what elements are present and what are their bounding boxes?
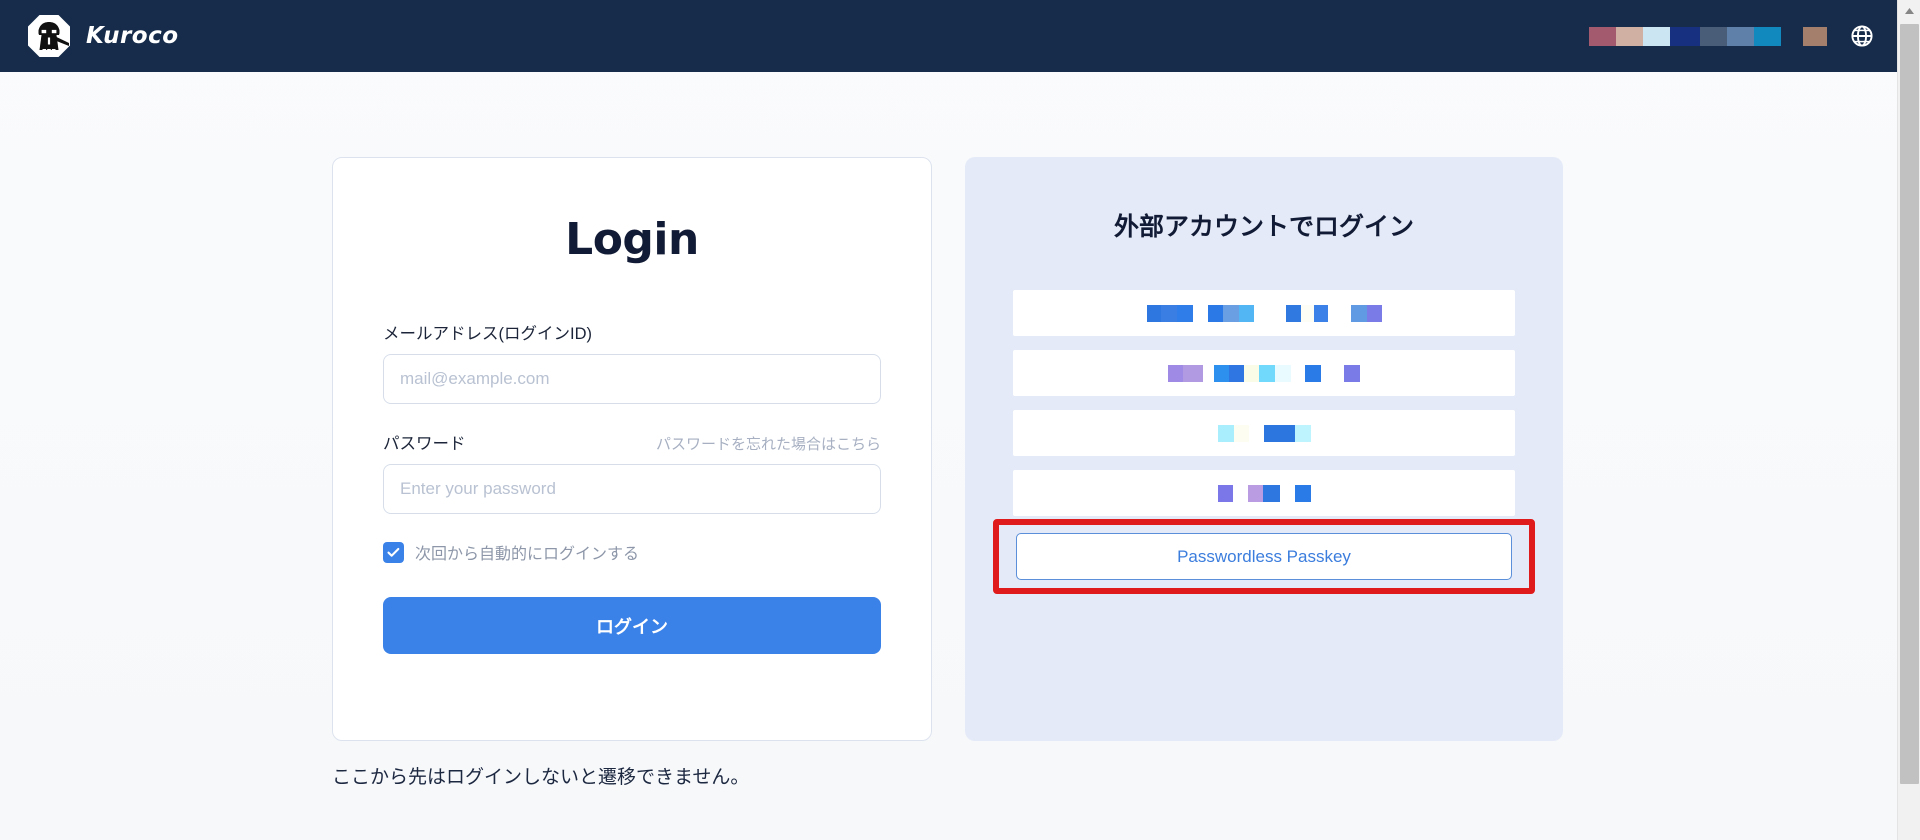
password-label-row: パスワード パスワードを忘れた場合はこちら (383, 430, 881, 454)
redaction-block (1616, 26, 1643, 46)
email-input[interactable] (383, 354, 881, 404)
redaction-block (1754, 26, 1781, 46)
redaction-block (1233, 424, 1249, 442)
oauth-provider-3-button[interactable] (1013, 410, 1515, 456)
redaction-block (1203, 364, 1214, 382)
redaction-block (1217, 484, 1233, 502)
email-label: メールアドレス(ログインID) (383, 325, 592, 343)
redaction-block (1244, 364, 1259, 382)
page-title: Login (565, 214, 699, 265)
redaction-block (1670, 26, 1700, 46)
redaction-block (1222, 304, 1239, 322)
redaction-block (1160, 304, 1177, 322)
oauth-provider-2-button[interactable] (1013, 350, 1515, 396)
remember-me-row[interactable]: 次回から自動的にログインする (383, 540, 881, 564)
redaction-block (1285, 304, 1301, 322)
redacted-provider-label (1217, 484, 1311, 502)
redaction-block (1350, 304, 1367, 322)
redaction-block (1229, 364, 1244, 382)
redaction-block (1263, 424, 1295, 442)
redaction-block (1259, 364, 1275, 382)
redaction-block (1183, 364, 1203, 382)
redaction-block (1321, 364, 1344, 382)
redaction-block (1294, 484, 1311, 502)
external-login-title: 外部アカウントでログイン (1113, 212, 1414, 241)
redaction-block (1366, 304, 1382, 322)
redaction-block (1253, 304, 1286, 322)
kuroco-ninja-logo-icon (26, 13, 72, 59)
login-columns: Login メールアドレス(ログインID) パスワード パスワードを忘れた場合は… (332, 157, 1563, 741)
redaction-block (1313, 304, 1328, 322)
header-redacted-user (1803, 26, 1827, 46)
redaction-block (1300, 304, 1314, 322)
login-required-note: ここから先はログインしないと遷移できません。 (332, 766, 750, 788)
header-right-group (1589, 23, 1875, 49)
email-field-block: メールアドレス(ログインID) (383, 320, 881, 404)
scrollbar-thumb[interactable] (1900, 24, 1919, 784)
remember-me-label[interactable]: 次回から自動的にログインする (415, 540, 639, 564)
login-submit-button[interactable]: ログイン (383, 597, 881, 654)
redaction-block (1262, 484, 1280, 502)
redacted-provider-label (1168, 364, 1360, 382)
passwordless-passkey-button[interactable]: Passwordless Passkey (1016, 533, 1512, 580)
redaction-block (1305, 364, 1321, 382)
redaction-block (1803, 26, 1827, 46)
redaction-block (1168, 364, 1183, 382)
external-login-panel: 外部アカウントでログイン Passwordless Passkey (965, 157, 1563, 741)
redaction-block (1279, 484, 1295, 502)
redaction-block (1294, 424, 1311, 442)
chevron-up-icon[interactable] (1898, 0, 1920, 22)
redaction-block (1700, 26, 1727, 46)
login-page: Kuroco Login メールアドレス(ログインID) mail@exampl… (0, 0, 1920, 840)
redaction-block (1247, 484, 1263, 502)
passkey-highlight-wrap: Passwordless Passkey (993, 519, 1535, 594)
oauth-provider-1-button[interactable] (1013, 290, 1515, 336)
redaction-block (1214, 364, 1229, 382)
redaction-block (1232, 484, 1248, 502)
redaction-block (1176, 304, 1193, 322)
oauth-provider-list (1013, 290, 1515, 516)
redaction-block (1344, 364, 1360, 382)
remember-me-checkbox[interactable] (383, 541, 404, 563)
redaction-block (1589, 26, 1616, 46)
redacted-provider-label (1146, 304, 1382, 322)
globe-icon[interactable] (1849, 23, 1875, 49)
password-input[interactable] (383, 464, 881, 514)
redaction-block (1207, 304, 1223, 322)
forgot-password-link[interactable]: パスワードを忘れた場合はこちら (656, 433, 881, 454)
password-label: パスワード (383, 435, 466, 453)
header-redacted-menu (1589, 26, 1781, 46)
main-content: Login メールアドレス(ログインID) パスワード パスワードを忘れた場合は… (0, 72, 1897, 840)
redaction-block (1217, 424, 1234, 442)
brand-name: Kuroco (86, 23, 179, 49)
redaction-block (1238, 304, 1254, 322)
redaction-block (1275, 364, 1291, 382)
login-card: Login メールアドレス(ログインID) パスワード パスワードを忘れた場合は… (332, 157, 932, 741)
redaction-block (1248, 424, 1264, 442)
redaction-block (1146, 304, 1161, 322)
password-field-block: パスワード パスワードを忘れた場合はこちら (383, 430, 881, 514)
redaction-block (1643, 26, 1670, 46)
app-header: Kuroco (0, 0, 1897, 72)
redaction-block (1291, 364, 1305, 382)
check-icon (387, 547, 400, 557)
redaction-block (1727, 26, 1754, 46)
redaction-block (1192, 304, 1208, 322)
redacted-provider-label (1217, 424, 1311, 442)
page-scrollbar[interactable] (1897, 0, 1920, 840)
oauth-provider-4-button[interactable] (1013, 470, 1515, 516)
brand[interactable]: Kuroco (26, 13, 179, 59)
redaction-block (1327, 304, 1351, 322)
